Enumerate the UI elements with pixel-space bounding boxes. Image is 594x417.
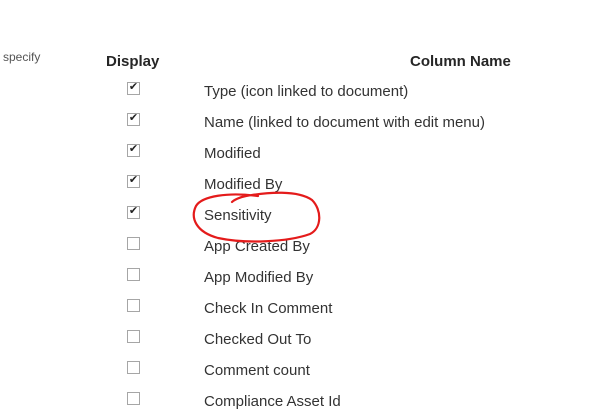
column-row: ✔ Modified By	[0, 169, 594, 200]
column-row: Comment count	[0, 355, 594, 386]
display-checkbox[interactable]	[127, 299, 140, 312]
column-row: Check In Comment	[0, 293, 594, 324]
display-checkbox[interactable]: ✔	[127, 111, 140, 126]
column-label: Check In Comment	[204, 300, 333, 317]
check-icon: ✔	[128, 142, 139, 155]
check-icon	[128, 328, 139, 339]
column-name-header: Column Name	[410, 53, 511, 70]
check-icon	[128, 297, 139, 308]
column-label: Modified	[204, 145, 261, 162]
column-row: ✔ Modified	[0, 138, 594, 169]
column-label: Modified By	[204, 176, 283, 193]
column-row: ✔ Name (linked to document with edit men…	[0, 107, 594, 138]
check-icon: ✔	[128, 173, 139, 186]
display-checkbox[interactable]	[127, 392, 140, 405]
column-row: Checked Out To	[0, 324, 594, 355]
display-column-header: Display	[106, 53, 160, 70]
display-checkbox[interactable]: ✔	[127, 142, 140, 157]
column-label: Comment count	[204, 362, 310, 379]
column-list: ✔ Type (icon linked to document) ✔ Name …	[0, 76, 594, 417]
check-icon: ✔	[128, 111, 139, 124]
display-checkbox[interactable]	[127, 237, 140, 250]
display-checkbox[interactable]	[127, 330, 140, 343]
column-row: Compliance Asset Id	[0, 386, 594, 417]
display-checkbox[interactable]	[127, 268, 140, 281]
display-checkbox[interactable]: ✔	[127, 204, 140, 219]
column-row: ✔ Type (icon linked to document)	[0, 76, 594, 107]
truncated-side-text: specify	[3, 50, 41, 64]
column-label: App Modified By	[204, 269, 314, 286]
column-row: ✔ Sensitivity	[0, 200, 594, 231]
check-icon	[128, 266, 139, 277]
display-checkbox[interactable]: ✔	[127, 173, 140, 188]
column-row: App Modified By	[0, 262, 594, 293]
column-label: Sensitivity	[204, 207, 272, 224]
display-checkbox[interactable]	[127, 361, 140, 374]
display-checkbox[interactable]: ✔	[127, 80, 140, 95]
column-label: Compliance Asset Id	[204, 393, 341, 410]
column-label: Type (icon linked to document)	[204, 83, 409, 100]
check-icon	[128, 390, 139, 401]
check-icon	[128, 359, 139, 370]
column-label: App Created By	[204, 238, 310, 255]
check-icon: ✔	[128, 204, 139, 217]
column-row: App Created By	[0, 231, 594, 262]
column-label: Checked Out To	[204, 331, 312, 348]
column-label: Name (linked to document with edit menu)	[204, 114, 485, 131]
check-icon: ✔	[128, 80, 139, 93]
check-icon	[128, 235, 139, 246]
